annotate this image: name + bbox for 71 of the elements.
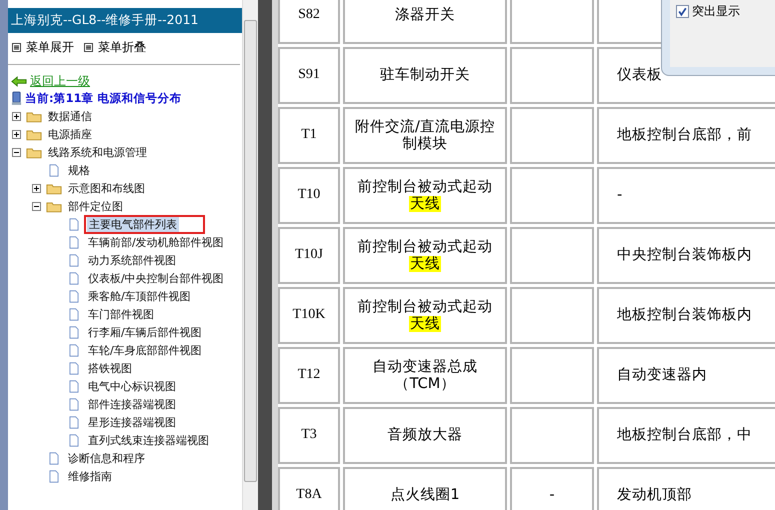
folder-icon (26, 146, 42, 158)
table-cell: T10 (278, 167, 340, 224)
computer-icon (11, 91, 22, 106)
menu-icon[interactable] (12, 43, 21, 52)
checkbox[interactable] (676, 5, 689, 18)
manual-title: 上海别克--GL8--维修手册--2011 (8, 8, 242, 33)
folder-icon (46, 182, 62, 194)
tree-item[interactable]: 星形连接器端视图 (86, 414, 178, 430)
table-cell: T10K (278, 287, 340, 344)
table-cell: - (597, 167, 775, 224)
menu-link[interactable]: 菜单展开 (12, 39, 74, 56)
expand-toggle-icon[interactable] (12, 130, 21, 138)
table-cell: 发动机顶部 (597, 467, 775, 510)
table-cell: 地板控制台底部，前 (597, 107, 775, 164)
table-cell: 自动变速器总成（TCM） (343, 347, 507, 404)
splitter-bar[interactable] (258, 0, 278, 510)
folder-icon (46, 200, 62, 212)
tree-item[interactable]: 动力系统部件视图 (86, 252, 178, 268)
tree-item[interactable]: 电源插座 (46, 126, 94, 142)
expand-toggle-icon[interactable] (12, 112, 21, 120)
tree-item[interactable]: 示意图和布线图 (66, 180, 147, 196)
scrollbar-thumb[interactable] (244, 20, 257, 482)
scrollbar[interactable] (242, 0, 258, 510)
expand-toggle-icon[interactable] (12, 148, 21, 156)
table-cell: 前控制台被动式起动 天线 (343, 167, 507, 224)
expand-toggle-icon[interactable] (32, 202, 41, 210)
tree-item[interactable]: 诊断信息和程序 (66, 450, 147, 466)
table-cell: T10J (278, 227, 340, 284)
table-cell: 前控制台被动式起动 天线 (343, 287, 507, 344)
table-cell: 中央控制台装饰板内 (597, 227, 775, 284)
table-cell: 自动变速器内 (597, 347, 775, 404)
tree-item[interactable]: 车轮/车身底部部件视图 (86, 342, 204, 358)
back-link[interactable]: 返回上一级 (30, 73, 90, 90)
tree-item[interactable]: 线路系统和电源管理 (46, 144, 149, 160)
tree-item[interactable]: 车门部件视图 (86, 306, 156, 322)
tree-item[interactable]: 车辆前部/发动机舱部件视图 (86, 234, 226, 250)
table-cell: 涤器开关 (343, 0, 507, 44)
table-cell: T8A (278, 467, 340, 510)
table-cell: 点火线圈1 (343, 467, 507, 510)
table-cell: 附件交流/直流电源控制模块 (343, 107, 507, 164)
table-cell: T12 (278, 347, 340, 404)
tree-item[interactable]: 部件连接器端视图 (86, 396, 178, 412)
table-cell: 音频放大器 (343, 407, 507, 464)
tree-item[interactable]: 行李厢/车辆后部件视图 (86, 324, 204, 340)
table-cell: 地板控制台底部，中 (597, 407, 775, 464)
table-cell: S82 (278, 0, 340, 44)
tree-item[interactable]: 维修指南 (66, 468, 114, 484)
tree-item[interactable]: 规格 (66, 162, 92, 178)
checkbox-label: 突出显示 (692, 3, 740, 20)
tree-item[interactable]: 仪表板/中央控制台部件视图 (86, 270, 226, 286)
table-cell: 驻车制动开关 (343, 47, 507, 104)
tree-item[interactable]: 搭铁视图 (86, 360, 134, 376)
expand-toggle-icon[interactable] (32, 184, 41, 192)
tree-item[interactable]: 直列式线束连接器端视图 (86, 432, 211, 448)
table-cell: - (510, 467, 594, 510)
back-arrow-icon[interactable] (11, 76, 27, 87)
table-cell: T3 (278, 407, 340, 464)
menu-icon[interactable] (84, 43, 93, 52)
tree-item[interactable]: 乘客舱/车顶部件视图 (86, 288, 193, 304)
menu-link[interactable]: 菜单折叠 (84, 39, 146, 56)
tree-item[interactable]: 数据通信 (46, 108, 94, 124)
tree-item[interactable]: 部件定位图 (66, 198, 125, 214)
table-cell: S91 (278, 47, 340, 104)
folder-icon (26, 110, 42, 122)
tree-item[interactable]: 电气中心标识视图 (86, 378, 178, 394)
table-cell: 地板控制台装饰板内 (597, 287, 775, 344)
folder-icon (26, 128, 42, 140)
current-chapter: 当前:第11章 电源和信号分布 (25, 91, 182, 106)
tree-item[interactable]: 主要电气部件列表 (87, 216, 179, 232)
table-cell: 前控制台被动式起动 天线 (343, 227, 507, 284)
table-cell: T1 (278, 107, 340, 164)
